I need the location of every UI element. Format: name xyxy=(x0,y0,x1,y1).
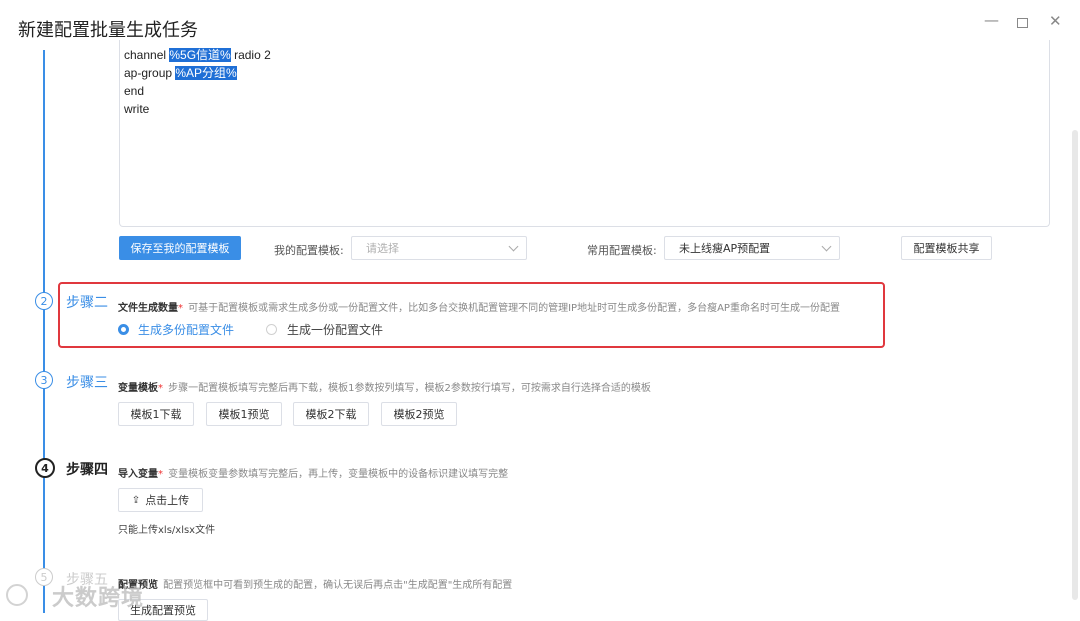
save-to-my-template-button[interactable]: 保存至我的配置模板 xyxy=(119,236,241,260)
editor-line: channel %5G信道% radio 2 xyxy=(124,48,271,62)
step-5-field: 配置预览 配置预览框中可看到预生成的配置，确认无误后再点击"生成配置"生成所有配… xyxy=(118,580,513,591)
template2-preview-button[interactable]: 模板2预览 xyxy=(381,402,457,426)
share-template-button[interactable]: 配置模板共享 xyxy=(901,236,992,260)
step-2-marker: 2 xyxy=(35,292,53,310)
scrollbar[interactable] xyxy=(1072,130,1078,600)
watermark-logo xyxy=(6,584,28,606)
upload-button[interactable]: ⇪ 点击上传 xyxy=(118,488,203,512)
variable-highlight: %5G信道% xyxy=(169,48,231,62)
step-3-hint: 步骤一配置模板填写完整后再下载，模板1参数按列填写，模板2参数按行填写，可按需求… xyxy=(168,383,651,394)
step-5-marker: 5 xyxy=(35,568,53,586)
upload-icon: ⇪ xyxy=(131,494,141,506)
step-3-title: 步骤三 xyxy=(66,375,108,391)
maximize-icon[interactable] xyxy=(1017,18,1028,28)
editor-line: ap-group %AP分组% xyxy=(124,66,237,80)
editor-line: end xyxy=(124,84,145,98)
editor-line: write xyxy=(124,102,150,116)
radio-single-file-label[interactable]: 生成一份配置文件 xyxy=(287,321,383,338)
radio-multiple-files[interactable] xyxy=(118,324,129,335)
minimize-icon[interactable]: — xyxy=(984,11,999,29)
variable-highlight: %AP分组% xyxy=(175,66,237,80)
template2-download-button[interactable]: 模板2下载 xyxy=(293,402,369,426)
config-template-editor[interactable]: channel %5G信道% radio 2 ap-group %AP分组% e… xyxy=(119,40,1050,227)
step-2-title: 步骤二 xyxy=(66,295,108,311)
template1-preview-button[interactable]: 模板1预览 xyxy=(206,402,282,426)
upload-note: 只能上传xls/xlsx文件 xyxy=(118,525,216,536)
chevron-down-icon xyxy=(508,241,519,252)
my-template-label: 我的配置模板: xyxy=(274,244,344,257)
step-timeline xyxy=(43,50,45,613)
highlight-box xyxy=(58,282,885,348)
template1-download-button[interactable]: 模板1下载 xyxy=(118,402,194,426)
dialog-title: 新建配置批量生成任务 xyxy=(18,20,198,41)
step-4-field: 导入变量* 变量模板变量参数填写完整后，再上传，变量模板中的设备标识建议填写完整 xyxy=(118,469,509,480)
step-4-hint: 变量模板变量参数填写完整后，再上传，变量模板中的设备标识建议填写完整 xyxy=(168,469,509,480)
my-template-select[interactable]: 请选择 xyxy=(351,236,527,260)
step-5-hint: 配置预览框中可看到预生成的配置，确认无误后再点击"生成配置"生成所有配置 xyxy=(163,580,513,591)
chevron-down-icon xyxy=(821,241,832,252)
watermark-text: 大数跨境 xyxy=(52,586,145,611)
step-3-field: 变量模板* 步骤一配置模板填写完整后再下载，模板1参数按列填写，模板2参数按行填… xyxy=(118,383,651,394)
step-2-field: 文件生成数量* 可基于配置模板或需求生成多份或一份配置文件，比如多台交换机配置管… xyxy=(118,303,840,314)
step-4-title: 步骤四 xyxy=(66,462,108,478)
step-3-marker: 3 xyxy=(35,371,53,389)
close-icon[interactable]: ✕ xyxy=(1049,12,1062,30)
radio-single-file[interactable] xyxy=(266,324,277,335)
step-2-hint: 可基于配置模板或需求生成多份或一份配置文件，比如多台交换机配置管理不同的管理IP… xyxy=(188,303,840,314)
radio-multiple-files-label[interactable]: 生成多份配置文件 xyxy=(138,321,234,338)
step-4-marker: 4 xyxy=(35,458,55,478)
common-template-select[interactable]: 未上线瘦AP预配置 xyxy=(664,236,840,260)
common-template-label: 常用配置模板: xyxy=(587,244,657,257)
